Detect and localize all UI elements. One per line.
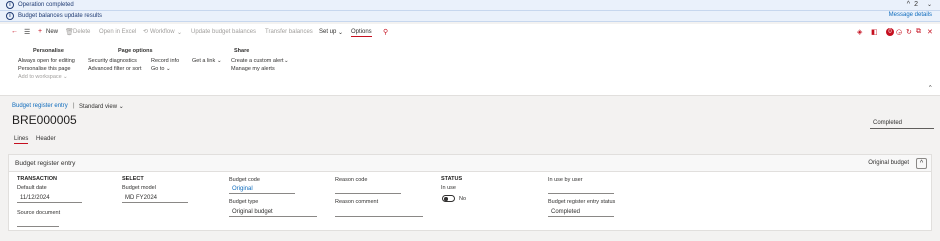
toolbar: ← ☰ + New 🗑 Delete Open in Excel ⟲ Workf… [0,28,940,40]
default-date-label: Default date [17,185,47,191]
budget-code-label: Budget code [229,177,260,183]
info-icon: i [6,12,14,20]
select-heading: SELECT [122,176,144,182]
budget-type-label: Budget type [229,199,259,205]
group-share-title: Share [234,48,250,54]
in-use-by-user-field[interactable] [548,185,614,194]
breadcrumb-separator: | [73,103,75,109]
chevron-down-icon: ⌄ [217,58,222,64]
search-icon[interactable]: ⚲ [383,28,388,36]
manage-my-alerts-button[interactable]: Manage my alerts [231,66,275,72]
chevron-down-icon: ⌄ [63,74,68,80]
group-page-options-title: Page options [118,48,153,54]
always-open-for-editing-button[interactable]: Always open for editing [18,58,75,64]
reason-code-label: Reason code [335,177,368,183]
plus-icon[interactable]: + [38,28,42,35]
transaction-heading: TRANSACTION [17,176,58,182]
message-bar-operation-completed: i Operation completed ^ 2 ⌄ [0,0,940,11]
source-document-field[interactable] [17,218,59,227]
source-document-label: Source document [17,210,61,216]
view-selector-label: Standard view [79,104,118,110]
reason-comment-field[interactable] [335,208,423,217]
message-text: Budget balances update results [18,13,103,19]
action-pane: ← ☰ + New 🗑 Delete Open in Excel ⟲ Workf… [0,24,940,96]
delete-button[interactable]: Delete [73,29,90,35]
update-budget-balances-button[interactable]: Update budget balances [191,29,256,35]
budget-code-field[interactable]: Original [229,185,295,194]
personalise-this-page-button[interactable]: Personalise this page [18,66,71,72]
message-details-link[interactable]: Message details [889,12,932,18]
group-personalise-title: Personalise [33,48,64,54]
breadcrumb-budget-register-entry[interactable]: Budget register entry [12,103,68,109]
tab-header[interactable]: Header [36,136,56,142]
info-icon: i [6,1,14,9]
chevron-down-icon: ⌄ [177,30,183,36]
budget-type-field[interactable]: Original budget [229,208,317,217]
reason-code-field[interactable] [335,185,401,194]
panel-header[interactable]: Budget register entry Original budget ^ [9,155,931,172]
set-up-button[interactable]: Set up [319,29,336,35]
new-button[interactable]: New [46,29,58,35]
in-use-toggle[interactable] [442,195,455,202]
security-diagnostics-button[interactable]: Security diagnostics [88,58,137,64]
tab-lines[interactable]: Lines [14,136,29,144]
panel-title: Budget register entry [15,160,76,167]
diamond-icon[interactable]: ◈ [857,28,862,36]
close-icon[interactable]: ✕ [927,28,933,36]
chevron-up-icon[interactable]: ^ [929,85,932,91]
view-selector[interactable]: Standard view ⌄ [79,103,124,110]
collapse-messages-icon[interactable]: ^ [907,1,910,8]
record-info-button[interactable]: Record info [151,58,179,64]
close-icon[interactable]: ⌄ [927,1,932,8]
chevron-down-icon: ⌄ [284,58,289,64]
menu-icon[interactable]: ☰ [24,28,30,36]
status-heading: STATUS [441,176,463,182]
in-use-by-user-label: In use by user [548,177,583,183]
message-bar-budget-balances: i Budget balances update results Message… [0,11,940,22]
workflow-icon: ⟲ [143,29,149,35]
message-counter: 2 [914,1,918,8]
back-icon[interactable]: ← [11,28,18,35]
chevron-down-icon: ⌄ [166,66,171,72]
workflow-button[interactable]: Workflow [150,29,175,35]
reason-comment-label: Reason comment [335,199,379,205]
tab-options[interactable]: Options [351,29,372,37]
office-icon[interactable]: ◧ [871,28,878,36]
get-a-link-button[interactable]: Get a link [192,58,215,64]
default-date-field[interactable]: 11/12/2024 [17,194,82,203]
add-to-workspace-button[interactable]: Add to workspace [18,74,62,80]
attachment-icon[interactable]: ◶ [896,28,902,36]
budget-model-field[interactable]: MD FY2024 [122,194,188,203]
in-use-value: No [459,196,467,202]
chevron-down-icon: ⌄ [338,30,344,36]
budget-register-entry-panel: Budget register entry Original budget ^ … [8,154,932,231]
create-custom-alert-button[interactable]: Create a custom alert [231,58,284,64]
open-new-window-icon[interactable]: ⧉ [916,28,921,36]
refresh-icon[interactable]: ↻ [906,28,912,36]
header-status-field: Completed [870,120,934,129]
advanced-filter-or-sort-button[interactable]: Advanced filter or sort [88,66,142,72]
message-text: Operation completed [18,2,74,8]
go-to-button[interactable]: Go to [151,66,164,72]
notification-badge-icon[interactable]: 0 [886,28,894,36]
collapse-button[interactable]: ^ [916,158,927,169]
budget-model-label: Budget model [122,185,156,191]
open-in-excel-button[interactable]: Open in Excel [99,29,136,35]
in-use-label: In use [441,185,456,191]
page-title: BRE000005 [12,113,77,127]
entry-status-field[interactable]: Completed [548,208,614,217]
panel-summary: Original budget [868,160,909,166]
transfer-balances-button[interactable]: Transfer balances [265,29,313,35]
entry-status-label: Budget register entry status [548,199,616,205]
